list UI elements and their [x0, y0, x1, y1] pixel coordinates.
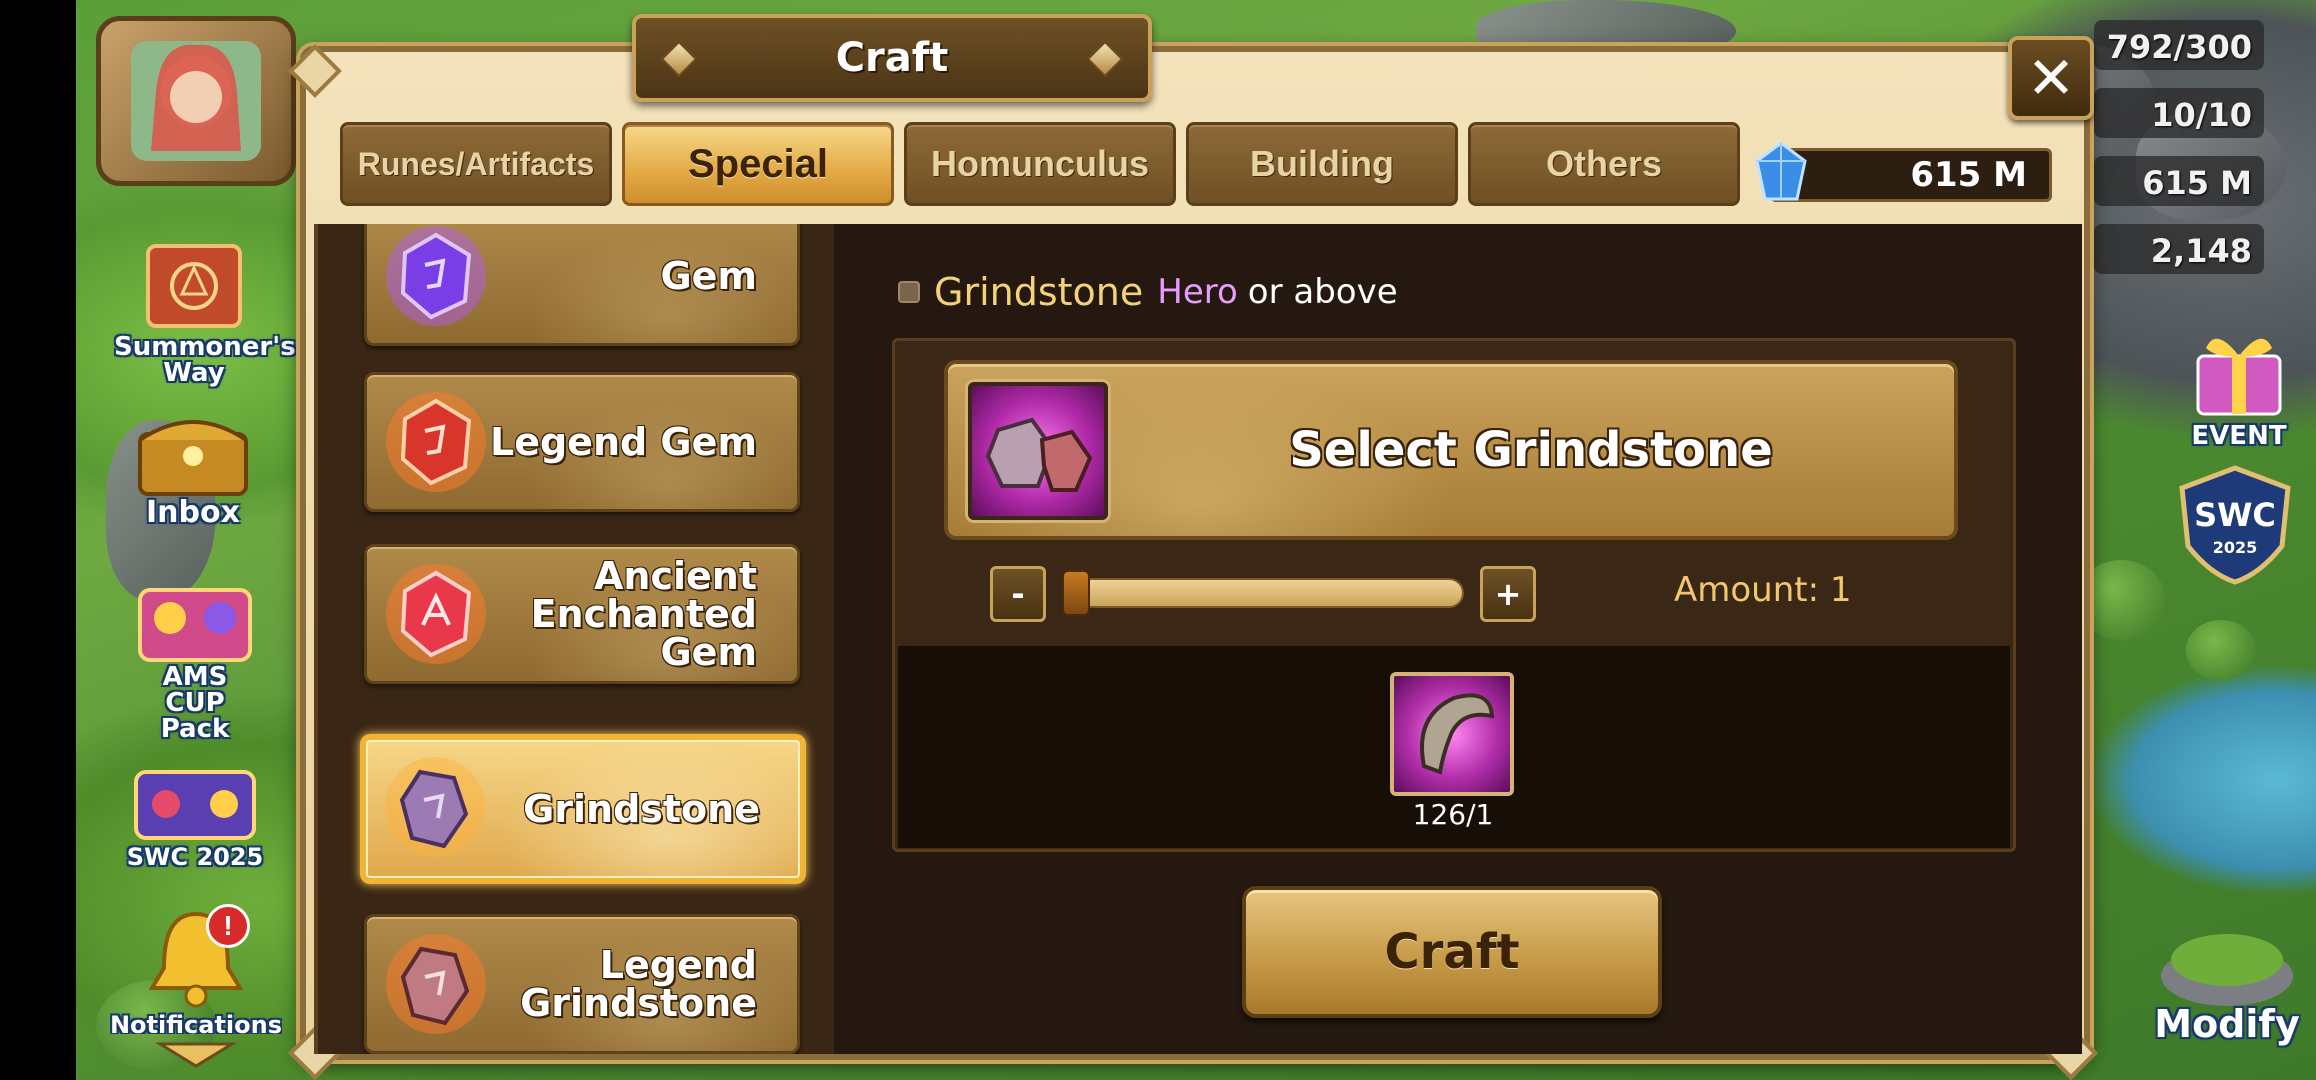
swc-badge-year: 2025 [2212, 538, 2258, 557]
amount-slider[interactable] [1062, 570, 1464, 616]
amount-minus-button[interactable]: - [990, 566, 1046, 622]
grindstone-icon [385, 757, 485, 857]
inbox-button[interactable]: Inbox [118, 404, 268, 530]
amount-label: Amount: 1 [1674, 570, 1852, 610]
title-diamond-ornament [1086, 40, 1124, 78]
ams-cup-pack-icon [138, 588, 252, 662]
filter-grade: Hero [1157, 272, 1238, 312]
scroll-down-chevron-icon[interactable] [156, 1040, 236, 1070]
island-icon [2161, 934, 2293, 1006]
tab-homunculus[interactable]: Homunculus [904, 122, 1176, 206]
ams-cup-pack-label: AMS CUP Pack [160, 662, 230, 744]
select-grindstone-button[interactable]: Select Grindstone [944, 360, 1958, 540]
swc-2025-label: SWC 2025 [126, 843, 264, 871]
notification-badge: ! [206, 904, 250, 948]
tab-others[interactable]: Others [1468, 122, 1740, 206]
amount-plus-button[interactable]: + [1480, 566, 1536, 622]
title-diamond-ornament [660, 40, 698, 78]
list-item-gem[interactable]: Gem [364, 224, 800, 346]
event-button[interactable]: EVENT [2176, 322, 2302, 449]
ancient-enchanted-gem-icon [386, 564, 486, 664]
item-label: Gem [660, 254, 757, 298]
treasure-chest-icon [138, 420, 248, 496]
event-label: EVENT [2191, 421, 2287, 451]
ams-cup-pack-button[interactable]: AMS CUP Pack [110, 574, 280, 742]
dialog-title: Craft [835, 35, 949, 81]
craft-item-list[interactable]: Gem Legend Gem Ancient Enchanted Gem Gri… [314, 224, 834, 1054]
swc-2025-pack-icon [134, 770, 256, 840]
inbox-label: Inbox [146, 495, 240, 530]
selected-grindstone-slot [968, 382, 1108, 520]
material-slot[interactable] [1390, 672, 1514, 796]
crystal-amount: 615 M [1910, 155, 2027, 195]
crystal-icon [1755, 141, 1807, 201]
summoners-way-icon [146, 244, 242, 328]
list-item-legend-gem[interactable]: Legend Gem [364, 372, 800, 512]
select-grindstone-label: Select Grindstone [1289, 422, 1773, 478]
swc-badge-title: SWC [2194, 496, 2276, 534]
item-label: Ancient Enchanted Gem [530, 554, 757, 674]
notifications-button[interactable]: Notifications ! [106, 904, 286, 1034]
close-button[interactable]: ✕ [2008, 36, 2094, 120]
legend-grindstone-icon [386, 934, 486, 1034]
list-item-grindstone[interactable]: Grindstone [360, 734, 806, 884]
summoners-way-label: Summoner's Way [114, 332, 296, 388]
tab-special[interactable]: Special [622, 122, 894, 206]
crystal-currency-display: 615 M [1755, 141, 2052, 202]
gem-icon [386, 226, 486, 326]
resource-counter-4: 2,148 [2094, 224, 2264, 274]
list-item-ancient-enchanted-gem[interactable]: Ancient Enchanted Gem [364, 544, 800, 684]
grade-filter-checkbox[interactable] [898, 281, 920, 303]
summoners-way-button[interactable]: Summoner's Way [114, 238, 296, 388]
grindstone-pair-icon [985, 417, 1093, 492]
resource-counter-3: 615 M [2094, 156, 2264, 206]
legend-gem-icon [386, 392, 486, 492]
resource-counter-2: 10/10 [2094, 88, 2264, 138]
craft-button[interactable]: Craft [1242, 886, 1662, 1018]
avatar-portrait-icon [131, 41, 261, 161]
item-label: Legend Grindstone [520, 943, 757, 1025]
item-label: Grindstone [523, 787, 760, 831]
modify-label: Modify [2154, 1002, 2300, 1046]
gift-box-icon [2196, 338, 2282, 416]
swc-2025-badge-button[interactable]: SWC 2025 [2170, 462, 2300, 586]
modify-button[interactable]: Modify [2146, 910, 2308, 1050]
resource-counter-1: 792/300 [2094, 20, 2264, 70]
close-icon: ✕ [2026, 44, 2076, 112]
player-avatar[interactable] [96, 16, 296, 186]
tab-building[interactable]: Building [1186, 122, 1458, 206]
amount-slider-thumb[interactable] [1062, 570, 1090, 616]
notifications-label: Notifications [109, 1012, 283, 1034]
item-label: Legend Gem [489, 420, 757, 464]
filter-grade-suffix: or above [1247, 272, 1398, 312]
filter-item-name: Grindstone [934, 270, 1144, 314]
list-item-legend-grindstone[interactable]: Legend Grindstone [364, 914, 800, 1054]
dialog-title-plate: Craft [632, 14, 1152, 102]
claw-material-icon [1420, 693, 1495, 775]
grade-filter-row[interactable]: Grindstone Hero or above [898, 266, 1398, 318]
material-count: 126/1 [1412, 798, 1494, 831]
swc-2025-button[interactable]: SWC 2025 [110, 760, 280, 870]
tab-runes-artifacts[interactable]: Runes/Artifacts [340, 122, 612, 206]
